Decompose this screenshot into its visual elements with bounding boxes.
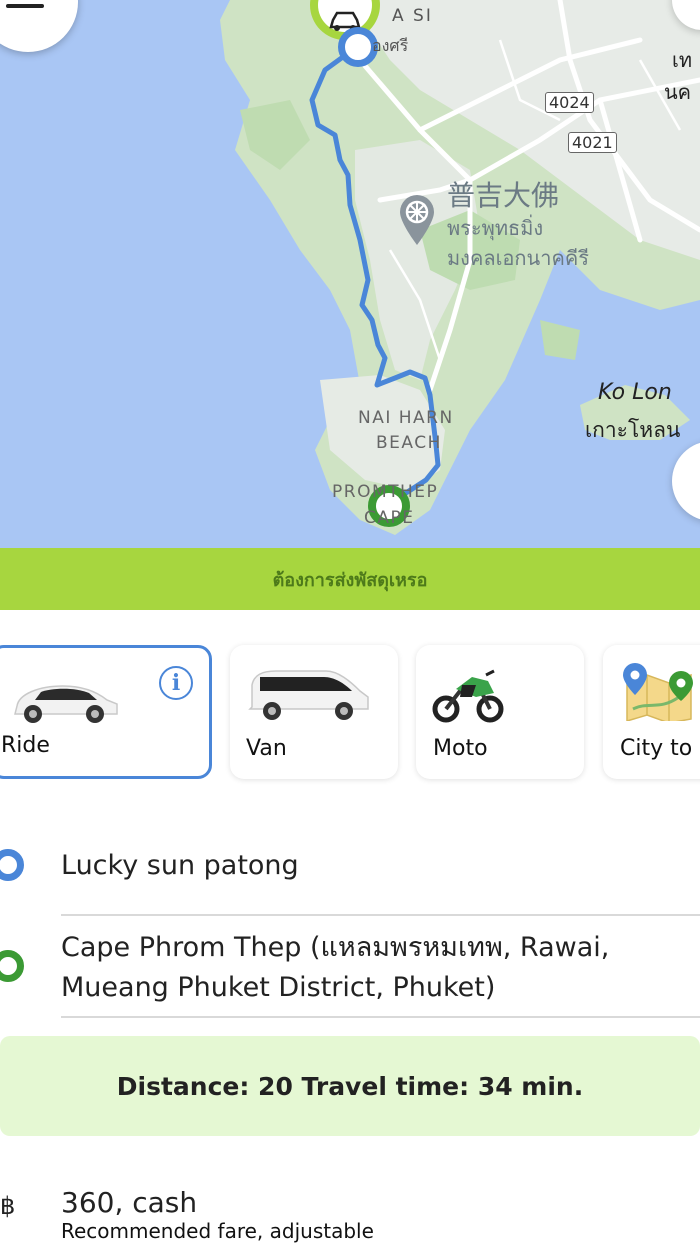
fare-note: Recommended fare, adjustable (61, 1219, 374, 1243)
map-label-patong: A SI (392, 6, 433, 26)
vehicle-option-moto[interactable]: Moto (416, 645, 584, 779)
map-label-edge-bottom: นค (664, 80, 692, 104)
fare-value[interactable]: 360, cash (61, 1186, 197, 1219)
origin-dot-icon (0, 849, 24, 881)
map-canvas (220, 0, 700, 535)
map-label-ko-lon-thai: เกาะโหลน (585, 418, 681, 442)
vehicle-option-city-to[interactable]: City to (603, 645, 700, 779)
destination-dot-icon (0, 950, 24, 982)
vehicle-label-ride: Ride (1, 733, 50, 758)
city-map-icon (623, 663, 693, 721)
hamburger-icon (6, 4, 44, 16)
trip-info-panel: Distance: 20 Travel time: 34 min. (0, 1036, 700, 1136)
parcel-promo-banner[interactable]: ต้องการส่งพัสดุเหรอ (0, 548, 700, 610)
map-label-promthep-1: PROMTHEP (332, 482, 439, 502)
temple-pin-icon (398, 193, 436, 251)
vehicle-label-city-to: City to (620, 736, 693, 761)
map-label-ko-lon: Ko Lon (598, 380, 672, 405)
vehicle-option-ride[interactable]: i Ride (0, 645, 212, 779)
map-label-big-buddha-th1: พระพุทธมิ่ง (447, 216, 544, 240)
destination-address[interactable]: Cape Phrom Thep (แหลมพรหมเทพ, Rawai, Mue… (61, 928, 681, 1008)
sedan-icon (14, 685, 118, 723)
map-label-big-buddha-cn: 普吉大佛 (447, 179, 560, 212)
map-label-big-buddha-th2: มงคลเอกนาคคีรี (447, 246, 589, 270)
map-label-promthep-2: CAPE (364, 508, 415, 528)
vehicle-option-van[interactable]: Van (230, 645, 398, 779)
map-label-nai-harn-1: NAI HARN (358, 408, 454, 428)
divider (61, 1016, 700, 1018)
vehicle-selector: i Ride Van Moto City to (0, 645, 700, 785)
road-badge-4024: 4024 (545, 92, 594, 113)
map-label-nai-harn-2: BEACH (376, 433, 442, 453)
banner-text: ต้องการส่งพัสดุเหรอ (272, 569, 428, 591)
info-icon[interactable]: i (159, 666, 193, 700)
divider (61, 914, 700, 916)
baht-currency-icon: ฿ (0, 1192, 16, 1220)
vehicle-label-moto: Moto (433, 736, 488, 761)
trip-info-text: Distance: 20 Travel time: 34 min. (116, 1071, 584, 1101)
map-label-edge-top: เท (672, 48, 693, 72)
vehicle-label-van: Van (246, 736, 287, 761)
van-icon (248, 670, 369, 720)
origin-address[interactable]: Lucky sun patong (61, 846, 299, 886)
road-badge-4021: 4021 (568, 132, 617, 153)
route-map[interactable]: A SI องศรี 4024 4021 普吉大佛 พระพุทธมิ่ง มง… (0, 0, 700, 548)
motorbike-icon (432, 669, 504, 723)
map-label-patong-thai: องศรี (372, 36, 409, 55)
